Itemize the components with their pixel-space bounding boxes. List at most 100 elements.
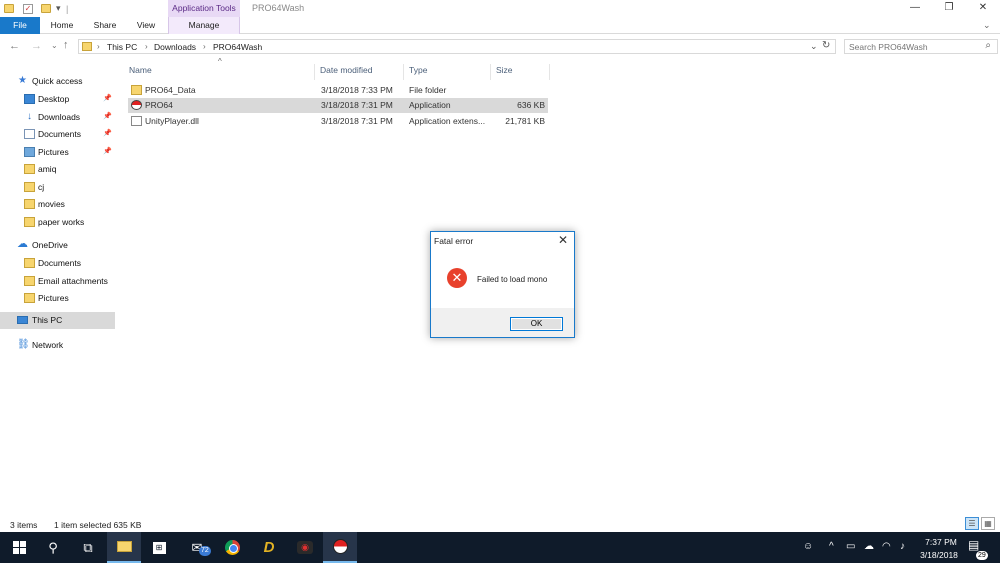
file-date: 3/18/2018 7:31 PM: [321, 116, 393, 126]
clock-date[interactable]: 3/18/2018: [917, 550, 961, 560]
nav-cj[interactable]: cj: [0, 179, 115, 195]
folder-icon: [24, 164, 35, 174]
column-header-type[interactable]: Type: [405, 64, 491, 80]
folder-icon: [131, 85, 142, 95]
documents-icon: [24, 129, 35, 139]
folder-icon: [24, 293, 35, 303]
search-taskbar-icon[interactable]: ⚲: [36, 532, 70, 563]
restore-button[interactable]: ❐: [932, 0, 966, 17]
refresh-icon[interactable]: ↻: [822, 40, 830, 51]
properties-checkmark-icon[interactable]: ✓: [23, 3, 33, 14]
onedrive-tray-icon[interactable]: ☁: [864, 541, 874, 552]
breadcrumb-separator-icon[interactable]: ›: [203, 42, 206, 51]
folder-icon: [24, 276, 35, 286]
customize-quick-access-icon[interactable]: ▾: [56, 3, 61, 14]
large-icons-view-icon[interactable]: ▦: [981, 517, 995, 530]
tab-view[interactable]: View: [130, 17, 162, 34]
chrome-taskbar-icon[interactable]: [215, 532, 249, 563]
breadcrumb-downloads[interactable]: Downloads: [154, 42, 196, 52]
file-explorer-taskbar-icon[interactable]: [107, 532, 141, 563]
dialog-title-bar: Fatal error ✕: [431, 232, 574, 250]
file-type: Application extens...: [409, 116, 486, 126]
nav-onedrive-documents[interactable]: Documents: [0, 255, 115, 271]
task-view-icon[interactable]: ⧉: [71, 532, 105, 563]
title-bar: ✓ ▾ | Application Tools PRO64Wash — ❐ ✕: [0, 0, 1000, 17]
search-input[interactable]: [849, 42, 974, 52]
file-row[interactable]: UnityPlayer.dll 3/18/2018 7:31 PM Applic…: [128, 114, 548, 129]
show-hidden-icons-chevron-icon[interactable]: ^: [829, 541, 834, 552]
nav-desktop[interactable]: Desktop 📌: [0, 91, 115, 107]
battery-icon[interactable]: ▭: [846, 541, 855, 552]
nav-label: Network: [32, 340, 64, 350]
nav-paper-works[interactable]: paper works: [0, 214, 115, 230]
search-icon[interactable]: ⌕: [985, 40, 991, 51]
expand-ribbon-chevron-icon[interactable]: ⌄: [983, 20, 991, 31]
garena-taskbar-icon[interactable]: ◉: [288, 532, 322, 563]
breadcrumb-separator-icon[interactable]: ›: [145, 42, 148, 51]
people-icon[interactable]: ☺: [803, 541, 813, 552]
nav-onedrive-pictures[interactable]: Pictures: [0, 290, 115, 306]
pin-icon: 📌: [103, 113, 112, 120]
dialog-close-icon[interactable]: ✕: [558, 234, 568, 247]
nav-label: This PC: [32, 315, 63, 325]
nav-quick-access[interactable]: ★ Quick access: [0, 73, 115, 89]
nav-label: Pictures: [38, 147, 69, 157]
folder-icon: [24, 199, 35, 209]
desktop-screen: ✓ ▾ | Application Tools PRO64Wash — ❐ ✕ …: [0, 0, 1000, 563]
minimize-button[interactable]: —: [898, 0, 932, 17]
file-row[interactable]: PRO64 3/18/2018 7:31 PM Application 636 …: [128, 98, 548, 113]
search-box[interactable]: ⌕: [844, 39, 998, 54]
pokeball-app-icon: [131, 100, 142, 110]
close-window-button[interactable]: ✕: [966, 0, 1000, 17]
desktop-icon: [24, 94, 35, 104]
file-date: 3/18/2018 7:31 PM: [321, 100, 393, 110]
file-type: Application: [409, 100, 451, 110]
daemon-tools-taskbar-icon[interactable]: D: [252, 532, 286, 563]
nav-documents[interactable]: Documents 📌: [0, 126, 115, 142]
ok-button[interactable]: OK: [510, 317, 563, 331]
window-title: PRO64Wash: [252, 3, 305, 13]
file-row[interactable]: PRO64_Data 3/18/2018 7:33 PM File folder: [128, 83, 548, 98]
volume-icon[interactable]: ♪: [900, 541, 905, 552]
up-arrow-icon[interactable]: ↑: [63, 39, 69, 51]
nav-this-pc[interactable]: This PC: [0, 312, 115, 329]
dialog-message: Failed to load mono: [477, 275, 548, 284]
dialog-body: ✕ Failed to load mono: [431, 250, 574, 308]
nav-amiq[interactable]: amiq: [0, 161, 115, 177]
folder-icon: [24, 217, 35, 227]
tab-home[interactable]: Home: [44, 17, 80, 34]
wifi-icon[interactable]: ◠: [882, 541, 891, 552]
tab-file[interactable]: File: [0, 17, 40, 34]
clock-time[interactable]: 7:37 PM: [922, 537, 960, 547]
breadcrumb-this-pc[interactable]: This PC: [107, 42, 137, 52]
column-header-date-modified[interactable]: Date modified: [316, 64, 404, 80]
nav-pictures[interactable]: Pictures 📌: [0, 144, 115, 160]
back-arrow-icon[interactable]: ←: [9, 40, 20, 52]
tab-share[interactable]: Share: [88, 17, 122, 34]
dll-file-icon: [131, 116, 142, 126]
nav-network[interactable]: ⛓ Network: [0, 337, 115, 353]
recent-locations-chevron-icon[interactable]: ⌄: [51, 41, 58, 50]
fatal-error-dialog: Fatal error ✕ ✕ Failed to load mono OK: [430, 231, 575, 338]
tab-manage[interactable]: Manage: [168, 17, 240, 34]
breadcrumb-separator-icon: ›: [97, 42, 100, 51]
nav-onedrive[interactable]: ☁ OneDrive: [0, 237, 115, 253]
mail-taskbar-icon[interactable]: ✉ 72: [180, 532, 214, 563]
item-count: 3 items: [10, 520, 38, 530]
nav-label: amiq: [38, 164, 57, 174]
nav-downloads[interactable]: ↓ Downloads 📌: [0, 109, 115, 125]
start-button[interactable]: [2, 532, 36, 563]
column-header-name[interactable]: Name: [125, 64, 315, 80]
forward-arrow-icon[interactable]: →: [31, 40, 42, 52]
pokeball-app-taskbar-icon[interactable]: [323, 532, 357, 563]
store-taskbar-icon[interactable]: ⊞: [142, 532, 176, 563]
nav-movies[interactable]: movies: [0, 196, 115, 212]
address-bar[interactable]: › This PC › Downloads › PRO64Wash ⌄ ↻: [78, 39, 836, 54]
mail-badge: 72: [199, 546, 211, 556]
new-folder-icon[interactable]: [41, 3, 51, 14]
breadcrumb-pro64wash[interactable]: PRO64Wash: [213, 42, 262, 52]
details-view-icon[interactable]: ☰: [965, 517, 979, 530]
nav-email-attachments[interactable]: Email attachments: [0, 273, 115, 289]
address-dropdown-chevron-icon[interactable]: ⌄: [810, 41, 818, 52]
column-header-size[interactable]: Size: [492, 64, 550, 80]
